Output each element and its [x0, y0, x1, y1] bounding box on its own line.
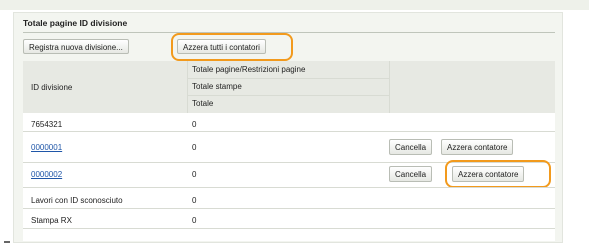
header-divider [187, 78, 389, 79]
division-id: Stampa RX [31, 216, 72, 225]
column-header-id: ID divisione [31, 83, 73, 92]
row-divider [23, 208, 555, 209]
reset-all-highlight [171, 33, 293, 61]
reset-counter-highlight [445, 160, 551, 188]
total-value: 0 [192, 196, 197, 205]
total-value: 0 [192, 143, 197, 152]
bottom-marker [4, 241, 10, 243]
row-divider [23, 228, 555, 229]
section-title: Totale pagine ID divisione [23, 18, 128, 28]
division-id-link[interactable]: 0000001 [31, 143, 62, 152]
column-header-total-pages: Totale pagine/Restrizioni pagine [192, 65, 306, 74]
top-band [0, 0, 589, 10]
total-value: 0 [192, 120, 197, 129]
header-divider [187, 61, 188, 113]
delete-button[interactable]: Cancella [389, 139, 433, 155]
column-header-total-prints: Totale stampe [192, 82, 242, 91]
row-divider [23, 131, 555, 132]
division-table: ID divisione Totale pagine/Restrizioni p… [23, 61, 555, 241]
column-header-total: Totale [192, 99, 214, 108]
row-divider [23, 187, 555, 188]
register-new-division-button[interactable]: Registra nuova divisione... [23, 39, 129, 54]
title-divider [23, 32, 555, 33]
division-id: 7654321 [31, 120, 63, 129]
division-id-link[interactable]: 0000002 [31, 170, 62, 179]
division-id: Lavori con ID sconosciuto [31, 196, 123, 205]
header-divider [187, 95, 389, 96]
delete-button[interactable]: Cancella [389, 166, 433, 182]
division-totals-panel: Totale pagine ID divisione Registra nuov… [13, 12, 563, 243]
header-divider [389, 61, 390, 113]
total-value: 0 [192, 170, 197, 179]
total-value: 0 [192, 216, 197, 225]
reset-counter-button[interactable]: Azzera contatore [441, 139, 514, 155]
